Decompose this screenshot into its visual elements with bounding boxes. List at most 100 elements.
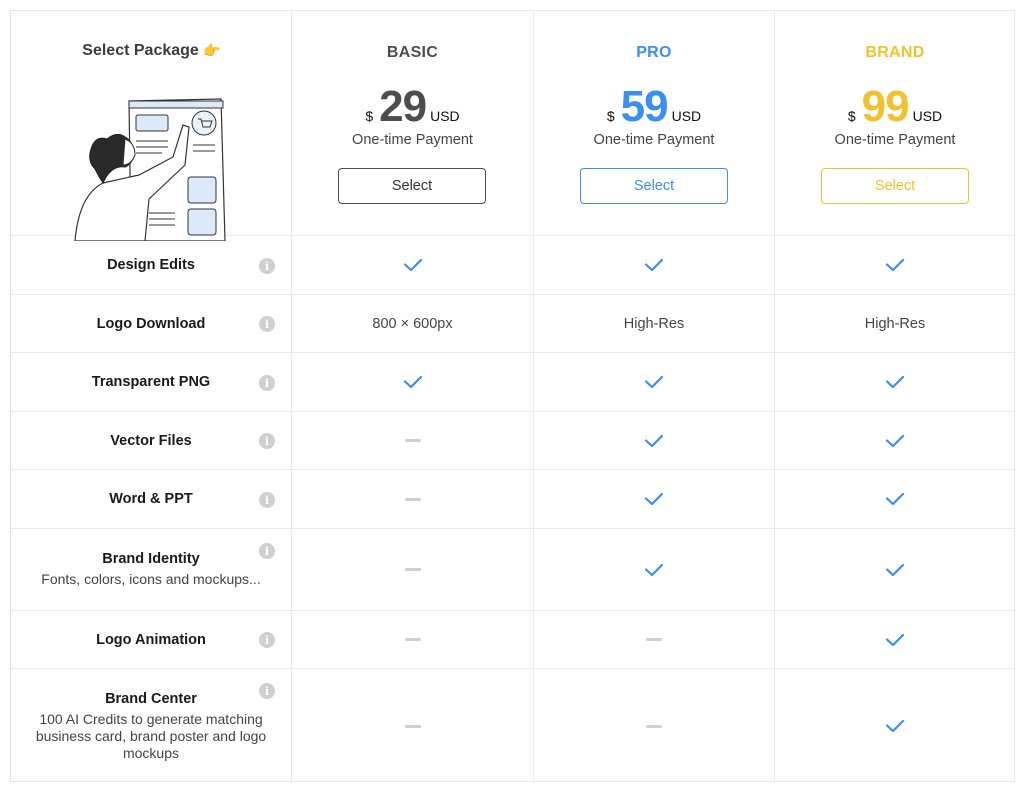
plan-basic: BASIC $ 29 USD One-time Payment Select [292, 11, 534, 235]
feature-row: Vector Files i [11, 412, 1014, 470]
dash-icon [404, 497, 421, 501]
feature-value-cell [534, 669, 775, 783]
feature-value-cell [292, 470, 534, 528]
feature-label: Design Edits [11, 236, 291, 294]
feature-name: Brand Identity [102, 551, 200, 567]
feature-value-cell [292, 353, 534, 411]
feature-row: Logo Download i 800 × 600px High-Res High-Re… [11, 295, 1014, 353]
price-amount: 59 [620, 82, 669, 131]
feature-value-cell [534, 611, 775, 668]
feature-value: High-Res [623, 315, 685, 332]
feature-value-cell [534, 353, 775, 411]
price-unit: USD [671, 108, 702, 124]
dash-icon [646, 638, 662, 641]
checkmark-icon [403, 375, 423, 389]
checkmark-icon [885, 563, 905, 577]
feature-label-cell: Logo Animation i [11, 611, 292, 668]
checkmark-icon [885, 633, 905, 647]
feature-name: Word & PPT [109, 491, 193, 507]
feature-name: Vector Files [110, 432, 192, 449]
select-brand-button[interactable]: Select [821, 168, 969, 204]
feature-value-cell [775, 611, 1015, 668]
feature-label: Brand Center 100 AI Credits to generate m… [11, 669, 291, 783]
feature-value-cell [775, 529, 1015, 610]
info-icon[interactable]: i [259, 375, 275, 391]
select-basic-button[interactable]: Select [338, 168, 486, 204]
price-amount: 99 [861, 82, 910, 131]
info-icon[interactable]: i [259, 258, 275, 274]
info-icon[interactable]: i [259, 632, 275, 648]
plan-price: $ 29 USD [292, 85, 533, 129]
info-icon[interactable]: i [259, 433, 275, 449]
pricing-table: Select Package 👉 BASIC $ 29 USD One-time… [10, 10, 1015, 783]
plan-pro: PRO $ 59 USD One-time Payment Select [534, 11, 775, 235]
checkmark-icon [644, 258, 664, 272]
feature-value-cell: High-Res [775, 295, 1015, 352]
feature-name: Design Edits [107, 257, 195, 273]
billing-type: One-time Payment [593, 132, 715, 148]
dash-icon [404, 568, 421, 571]
select-pro-button[interactable]: Select [580, 168, 728, 204]
checkmark-icon [885, 492, 905, 506]
dash-icon [404, 724, 421, 728]
billing-type: One-time Payment [352, 132, 473, 148]
feature-value-cell: High-Res [534, 295, 775, 352]
feature-value-cell [534, 529, 775, 610]
feature-row: Transparent PNG i [11, 353, 1014, 412]
feature-value-cell [775, 236, 1015, 294]
info-icon[interactable]: i [259, 543, 275, 559]
price-unit: USD [912, 108, 943, 124]
feature-value-cell [775, 353, 1015, 411]
feature-label: Brand Identity Fonts, colors, icons and m… [11, 529, 291, 610]
feature-value-cell [775, 412, 1015, 469]
checkmark-icon [644, 492, 664, 506]
pointing-hand-icon: 👉 [203, 42, 221, 58]
feature-label: Word & PPT [11, 470, 291, 528]
feature-label-cell: Vector Files i [11, 412, 292, 469]
feature-value-cell [292, 611, 534, 668]
feature-value-cell [534, 236, 775, 294]
billing-type: One-time Payment [834, 132, 956, 148]
header-intro-cell: Select Package 👉 [11, 11, 292, 241]
checkmark-icon [885, 719, 905, 733]
feature-name: Logo Animation [96, 631, 206, 648]
feature-row: Brand Center 100 AI Credits to generate m… [11, 669, 1014, 783]
pricing-header-row: Select Package 👉 BASIC $ 29 USD One-time… [11, 11, 1014, 241]
plan-name: BASIC [386, 44, 439, 61]
info-icon[interactable]: i [259, 683, 275, 699]
feature-name: Logo Download [96, 315, 206, 332]
feature-value-cell [292, 529, 534, 610]
checkmark-icon [644, 563, 664, 577]
feature-value-cell: 800 × 600px [292, 295, 534, 352]
feature-label: Vector Files [11, 412, 291, 469]
plan-name: BRAND [865, 44, 925, 61]
info-icon[interactable]: i [259, 316, 275, 332]
person-pointing-illustration [74, 98, 226, 241]
feature-value-cell [292, 669, 534, 783]
dash-icon [404, 439, 421, 442]
feature-value: High-Res [864, 315, 926, 332]
checkmark-icon [644, 434, 664, 448]
feature-value-cell [775, 669, 1015, 783]
feature-value-cell [775, 470, 1015, 528]
info-icon[interactable]: i [259, 492, 275, 508]
feature-value-cell [292, 236, 534, 294]
dash-icon [404, 638, 421, 641]
feature-label: Transparent PNG [11, 353, 291, 411]
feature-value-cell [534, 470, 775, 528]
feature-row: Brand Identity Fonts, colors, icons and m… [11, 529, 1014, 611]
feature-label: Logo Download [11, 295, 291, 352]
feature-label-cell: Brand Identity Fonts, colors, icons and m… [11, 529, 292, 610]
dash-icon [646, 724, 662, 728]
feature-value-cell [534, 412, 775, 469]
feature-row: Design Edits i [11, 236, 1014, 295]
checkmark-icon [644, 375, 664, 389]
feature-description: Fonts, colors, icons and mockups... [41, 571, 261, 587]
plan-price: $ 59 USD [534, 85, 774, 129]
feature-description: 100 AI Credits to generate matching busi… [35, 710, 267, 761]
checkmark-icon [885, 434, 905, 448]
feature-row: Logo Animation i [11, 611, 1014, 669]
feature-label-cell: Logo Download i [11, 295, 292, 352]
price-currency: $ [606, 108, 615, 124]
feature-row: Word & PPT i [11, 470, 1014, 529]
